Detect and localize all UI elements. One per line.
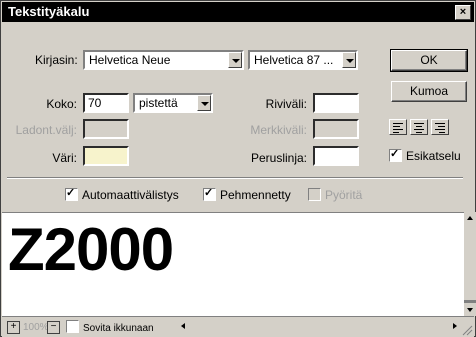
anti-alias-label: Pehmennetty	[220, 188, 291, 202]
anti-alias-checkbox[interactable]: Pehmennetty	[203, 186, 291, 202]
type-tool-dialog: Tekstityäkalu × Kirjasin: Helvetica Neue…	[0, 0, 476, 337]
status-bar: + 100% − Sovita ikkunaan	[2, 316, 474, 337]
size-input[interactable]: 70	[83, 93, 129, 113]
scroll-down-icon[interactable]	[464, 304, 476, 316]
preview-checkbox[interactable]: Esikatselu	[389, 147, 461, 163]
tracking-label: Ladont.välj:	[15, 123, 77, 137]
zoom-level: 100%	[23, 322, 49, 333]
rotate-label: Pyöritä	[325, 188, 363, 202]
zoom-in-icon[interactable]: +	[7, 321, 20, 334]
baseline-input[interactable]	[313, 146, 359, 166]
font-family-value: Helvetica Neue	[89, 53, 171, 67]
font-style-select[interactable]: Helvetica 87 ...	[248, 50, 358, 70]
leading-input[interactable]	[313, 93, 359, 113]
fit-window-checkbox[interactable]: Sovita ikkunaan	[66, 320, 154, 334]
auto-kern-checkbox[interactable]: Automaattivälistys	[65, 186, 179, 202]
scroll-thumb[interactable]	[464, 300, 476, 303]
checkbox-box-icon[interactable]	[66, 320, 79, 333]
font-style-value: Helvetica 87 ...	[254, 53, 334, 67]
tracking-input	[83, 119, 129, 139]
color-label: Väri:	[52, 151, 77, 165]
title-bar[interactable]: Tekstityäkalu ×	[2, 2, 474, 22]
cancel-button[interactable]: Kumoa	[391, 81, 467, 102]
check-icon[interactable]	[65, 186, 78, 201]
ok-button[interactable]: OK	[390, 49, 468, 72]
zoom-out-icon[interactable]: −	[47, 321, 60, 334]
chevron-down-icon[interactable]	[228, 52, 242, 68]
vertical-scrollbar[interactable]	[464, 212, 476, 316]
fit-window-label: Sovita ikkunaan	[83, 323, 154, 334]
resize-grip-icon[interactable]	[461, 324, 473, 336]
check-icon[interactable]	[389, 147, 402, 162]
align-left-button[interactable]	[389, 119, 407, 135]
auto-kern-label: Automaattivälistys	[82, 188, 179, 202]
chevron-down-icon[interactable]	[197, 95, 211, 111]
rotate-checkbox: Pyöritä	[308, 188, 362, 202]
size-unit-value: pistettä	[139, 96, 178, 110]
scroll-left-icon[interactable]	[178, 320, 188, 333]
divider	[7, 177, 463, 179]
window-title: Tekstityäkalu	[8, 4, 90, 19]
chevron-down-icon[interactable]	[342, 52, 356, 68]
align-center-button[interactable]	[410, 119, 428, 135]
align-right-button[interactable]	[431, 119, 449, 135]
size-label: Koko:	[46, 97, 77, 111]
color-swatch[interactable]	[83, 146, 129, 166]
size-unit-select[interactable]: pistettä	[133, 93, 213, 113]
preview-text: Z2000	[8, 216, 174, 283]
kerning-input	[313, 119, 359, 139]
baseline-label: Peruslinja:	[250, 151, 307, 165]
scroll-right-icon[interactable]	[450, 320, 460, 333]
font-label: Kirjasin:	[35, 53, 78, 67]
text-preview-area[interactable]: Z2000	[2, 212, 464, 317]
leading-label: Riviväli:	[265, 97, 307, 111]
check-icon[interactable]	[203, 186, 216, 201]
close-icon[interactable]: ×	[455, 5, 471, 20]
kerning-label: Merkkiväli:	[250, 123, 307, 137]
checkbox-box-icon	[308, 188, 321, 201]
horizontal-scrollbar[interactable]	[178, 320, 460, 333]
scroll-up-icon[interactable]	[464, 212, 476, 224]
font-family-select[interactable]: Helvetica Neue	[83, 50, 244, 70]
preview-checkbox-label: Esikatselu	[406, 149, 461, 163]
